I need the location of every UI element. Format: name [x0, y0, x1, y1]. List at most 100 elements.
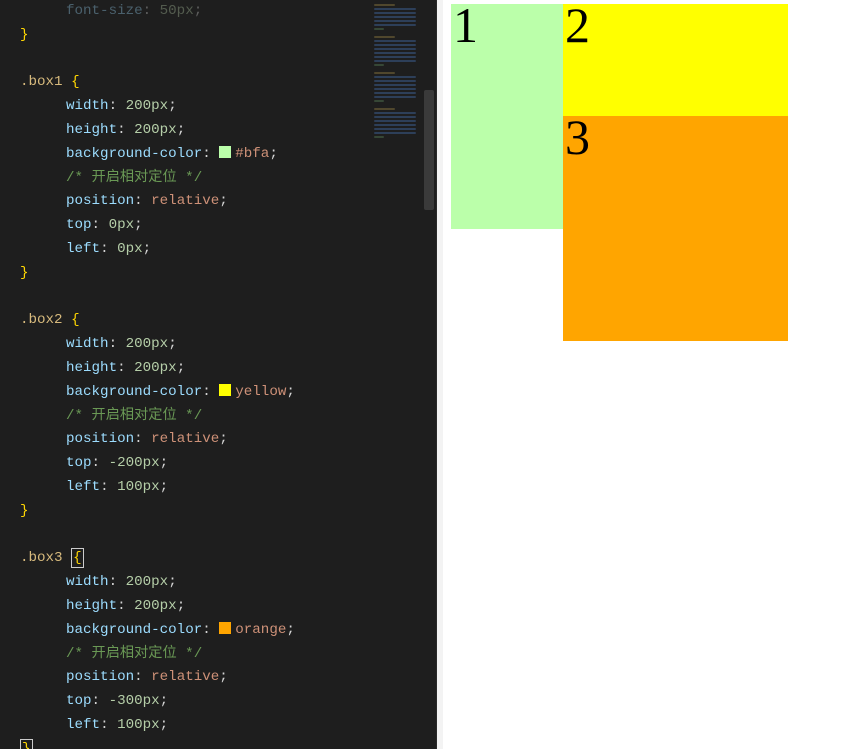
code-token: 200px [134, 360, 177, 376]
code-token: : [100, 241, 117, 257]
code-token: ; [168, 98, 177, 114]
color-swatch[interactable] [219, 622, 231, 634]
code-token: ; [143, 241, 152, 257]
preview-box-label: 2 [565, 0, 590, 50]
code-token: : [92, 693, 109, 709]
code-token: ; [286, 384, 295, 400]
code-token: width [66, 98, 109, 114]
code-token: ; [134, 217, 143, 233]
code-token: 200px [134, 598, 177, 614]
code-line[interactable]: left: 0px; [20, 238, 370, 262]
preview-box-3: 3 [563, 116, 788, 341]
code-line[interactable]: /* 开启相对定位 */ [20, 167, 370, 191]
code-line[interactable]: background-color: #bfa; [20, 143, 370, 167]
code-line[interactable]: position: relative; [20, 428, 370, 452]
code-line[interactable]: height: 200px; [20, 595, 370, 619]
code-token: } [20, 503, 29, 519]
code-token: 0px [117, 241, 143, 257]
code-line[interactable]: /* 开启相对定位 */ [20, 643, 370, 667]
code-token: : [92, 455, 109, 471]
code-line[interactable]: .box2 { [20, 309, 370, 333]
code-token: 200px [126, 98, 169, 114]
code-line[interactable]: } [20, 262, 370, 286]
code-token: ; [219, 193, 228, 209]
code-line[interactable]: left: 100px; [20, 714, 370, 738]
code-token: background-color [66, 622, 202, 638]
code-token: ; [286, 622, 295, 638]
code-token: } [20, 27, 29, 43]
code-token: { [71, 74, 80, 90]
code-token: left [66, 717, 100, 733]
code-line[interactable] [20, 48, 370, 72]
editor-pane: font-size: 50px;}.box1 {width: 200px;hei… [0, 0, 436, 749]
code-editor[interactable]: font-size: 50px;}.box1 {width: 200px;hei… [0, 0, 370, 749]
code-token: .box2 [20, 312, 71, 328]
code-token: .box1 [20, 74, 71, 90]
code-line[interactable] [20, 286, 370, 310]
code-token: : [109, 336, 126, 352]
code-token: ; [160, 693, 169, 709]
code-line[interactable]: font-size: 50px; [20, 0, 370, 24]
code-content[interactable]: font-size: 50px;}.box1 {width: 200px;hei… [0, 0, 370, 749]
code-token: ; [160, 455, 169, 471]
code-token: ; [219, 669, 228, 685]
code-token: height [66, 122, 117, 138]
code-token: /* 开启相对定位 */ [66, 170, 202, 186]
code-line[interactable]: .box3 { [20, 547, 370, 571]
code-token: width [66, 574, 109, 590]
code-token: ; [160, 717, 169, 733]
code-token: : [202, 622, 219, 638]
code-token: yellow [235, 384, 286, 400]
code-line[interactable] [20, 524, 370, 548]
code-token: #bfa [235, 146, 269, 162]
preview-box-label: 1 [453, 0, 478, 50]
code-token: background-color [66, 146, 202, 162]
code-token: : [202, 146, 219, 162]
preview-box-label: 3 [565, 112, 590, 162]
code-line[interactable]: } [20, 738, 370, 749]
code-token: position [66, 669, 134, 685]
code-token: } [20, 739, 33, 749]
code-line[interactable]: height: 200px; [20, 357, 370, 381]
code-line[interactable]: height: 200px; [20, 119, 370, 143]
code-token: { [71, 312, 80, 328]
code-token: height [66, 598, 117, 614]
minimap-content [374, 4, 426, 745]
code-line[interactable]: top: 0px; [20, 214, 370, 238]
code-token: background-color [66, 384, 202, 400]
code-token: ; [168, 336, 177, 352]
code-token: : [134, 431, 151, 447]
code-line[interactable]: width: 200px; [20, 333, 370, 357]
code-line[interactable]: left: 100px; [20, 476, 370, 500]
code-line[interactable]: .box1 { [20, 71, 370, 95]
code-line[interactable]: } [20, 500, 370, 524]
code-token: ; [219, 431, 228, 447]
code-line[interactable]: width: 200px; [20, 571, 370, 595]
scrollbar-thumb[interactable] [424, 90, 434, 210]
code-line[interactable]: background-color: orange; [20, 619, 370, 643]
code-token: 50px [160, 3, 194, 19]
code-token: relative [151, 193, 219, 209]
code-token: orange [235, 622, 286, 638]
color-swatch[interactable] [219, 384, 231, 396]
code-token: : [134, 669, 151, 685]
code-token: 200px [126, 336, 169, 352]
code-line[interactable]: width: 200px; [20, 95, 370, 119]
code-line[interactable]: } [20, 24, 370, 48]
code-token: 100px [117, 717, 160, 733]
code-line[interactable]: /* 开启相对定位 */ [20, 405, 370, 429]
code-line[interactable]: background-color: yellow; [20, 381, 370, 405]
pane-separator[interactable] [436, 0, 443, 749]
code-token: ; [177, 122, 186, 138]
code-line[interactable]: position: relative; [20, 190, 370, 214]
code-token: ; [177, 598, 186, 614]
color-swatch[interactable] [219, 146, 231, 158]
code-token: relative [151, 431, 219, 447]
app: font-size: 50px;}.box1 {width: 200px;hei… [0, 0, 842, 749]
editor-scrollbar[interactable] [422, 0, 436, 749]
code-line[interactable]: top: -300px; [20, 690, 370, 714]
code-line[interactable]: position: relative; [20, 666, 370, 690]
code-token: /* 开启相对定位 */ [66, 646, 202, 662]
code-line[interactable]: top: -200px; [20, 452, 370, 476]
code-token: : [100, 479, 117, 495]
